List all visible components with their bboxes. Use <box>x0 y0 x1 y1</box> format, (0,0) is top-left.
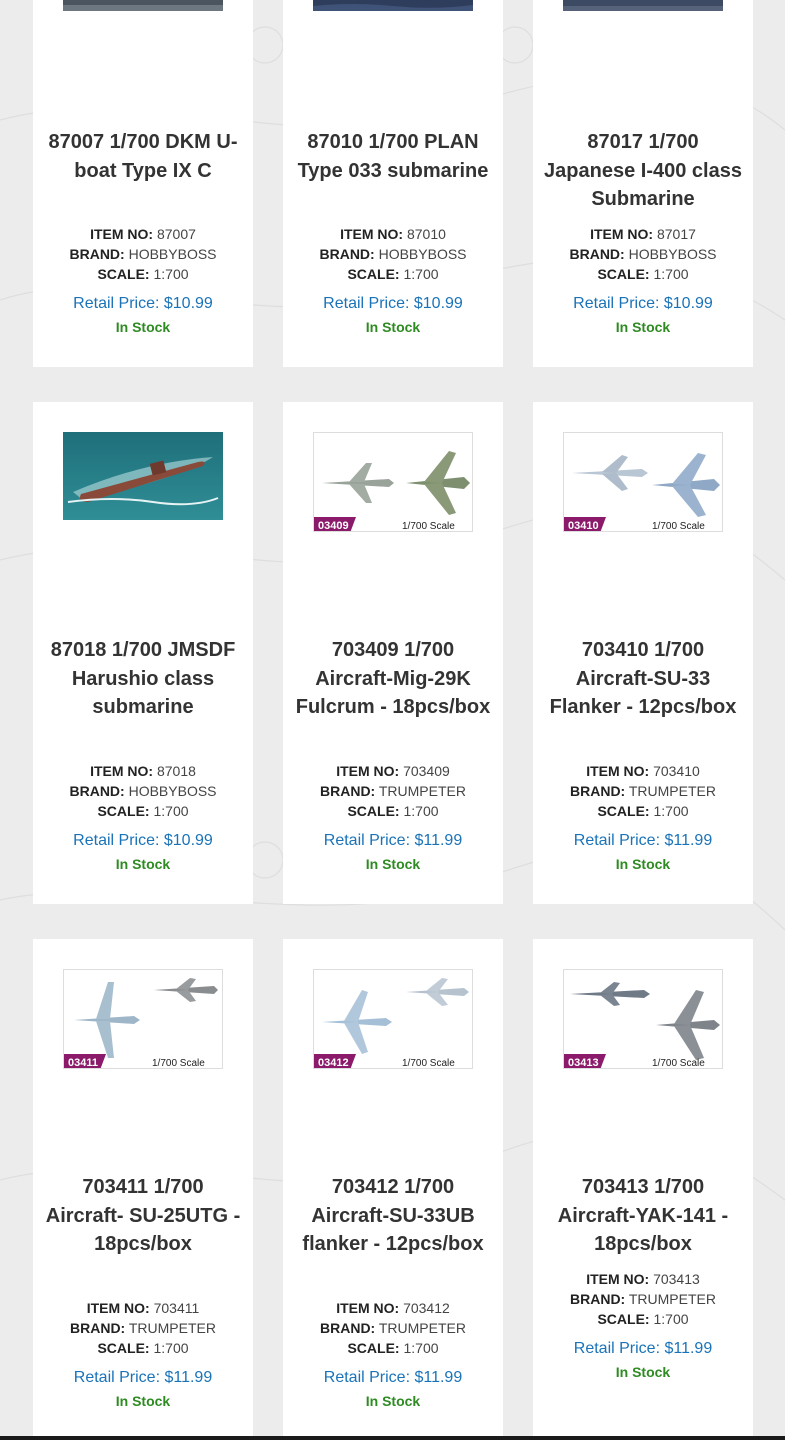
item-number: ITEM NO: 703412 <box>336 1300 450 1316</box>
brand: BRAND: TRUMPETER <box>320 783 466 799</box>
product-title[interactable]: 703413 1/700 Aircraft-YAK-141 - 18pcs/bo… <box>543 1173 743 1259</box>
product-card[interactable]: 87018 1/700 JMSDF Harushio class submari… <box>33 402 253 904</box>
stock-status: In Stock <box>115 856 171 872</box>
product-image[interactable] <box>63 432 223 520</box>
product-title[interactable]: 87010 1/700 PLAN Type 033 submarine <box>293 128 493 185</box>
scale-tag: 1/700 Scale <box>652 1058 705 1069</box>
stock-status: In Stock <box>365 1393 421 1409</box>
product-image[interactable] <box>563 0 723 11</box>
product-card[interactable]: 03411 1/700 Scale 703411 1/700 Aircraft-… <box>33 939 253 1436</box>
brand: BRAND: HOBBYBOSS <box>319 246 467 262</box>
scale: SCALE: 1:700 <box>347 803 439 819</box>
retail-price: Retail Price: $11.99 <box>73 1369 213 1386</box>
retail-price: Retail Price: $10.99 <box>573 295 713 312</box>
product-card[interactable]: 03412 1/700 Scale 703412 1/700 Aircraft-… <box>283 939 503 1436</box>
scale: SCALE: 1:700 <box>597 1311 689 1327</box>
item-number: ITEM NO: 87017 <box>590 226 696 242</box>
retail-price: Retail Price: $11.99 <box>323 832 463 849</box>
item-number: ITEM NO: 87007 <box>90 226 196 242</box>
item-number: ITEM NO: 87018 <box>90 763 196 779</box>
bottom-bar <box>0 1436 785 1440</box>
item-number: ITEM NO: 703413 <box>586 1271 700 1287</box>
stock-status: In Stock <box>615 319 671 335</box>
scale: SCALE: 1:700 <box>97 803 189 819</box>
retail-price: Retail Price: $10.99 <box>73 295 213 312</box>
product-image[interactable]: 03413 1/700 Scale <box>563 969 723 1069</box>
product-image[interactable]: 03409 1/700 Scale <box>313 432 473 532</box>
product-card[interactable]: 03413 1/700 Scale 703413 1/700 Aircraft-… <box>533 939 753 1436</box>
product-image[interactable] <box>313 0 473 11</box>
product-title[interactable]: 703411 1/700 Aircraft- SU-25UTG - 18pcs/… <box>43 1173 243 1259</box>
brand: BRAND: TRUMPETER <box>570 1291 716 1307</box>
scale: SCALE: 1:700 <box>97 1340 189 1356</box>
product-code-tag: 03409 <box>318 520 349 532</box>
brand: BRAND: TRUMPETER <box>70 1320 216 1336</box>
scale: SCALE: 1:700 <box>597 803 689 819</box>
brand: BRAND: HOBBYBOSS <box>69 246 217 262</box>
retail-price: Retail Price: $10.99 <box>323 295 463 312</box>
stock-status: In Stock <box>115 319 171 335</box>
scale-tag: 1/700 Scale <box>402 521 455 532</box>
item-number: ITEM NO: 703409 <box>336 763 450 779</box>
stock-status: In Stock <box>615 1364 671 1380</box>
product-card[interactable]: 03409 1/700 Scale 703409 1/700 Aircraft-… <box>283 402 503 904</box>
product-code-tag: 03411 <box>68 1057 98 1069</box>
product-code-tag: 03410 <box>568 520 599 532</box>
scale: SCALE: 1:700 <box>347 1340 439 1356</box>
product-card[interactable]: 87017 1/700 Japanese I-400 class Submari… <box>533 0 753 367</box>
product-image[interactable]: 03411 1/700 Scale <box>63 969 223 1069</box>
stock-status: In Stock <box>115 1393 171 1409</box>
brand: BRAND: HOBBYBOSS <box>569 246 717 262</box>
scale-tag: 1/700 Scale <box>402 1058 455 1069</box>
brand: BRAND: TRUMPETER <box>320 1320 466 1336</box>
item-number: ITEM NO: 703411 <box>86 1300 200 1316</box>
product-code-tag: 03412 <box>318 1057 349 1069</box>
product-title[interactable]: 703412 1/700 Aircraft-SU-33UB flanker - … <box>293 1173 493 1259</box>
brand: BRAND: TRUMPETER <box>570 783 716 799</box>
scale-tag: 1/700 Scale <box>652 521 705 532</box>
stock-status: In Stock <box>365 856 421 872</box>
product-card[interactable]: 87007 1/700 DKM U-boat Type IX C ITEM NO… <box>33 0 253 367</box>
brand: BRAND: HOBBYBOSS <box>69 783 217 799</box>
retail-price: Retail Price: $11.99 <box>573 1340 713 1357</box>
product-title[interactable]: 87017 1/700 Japanese I-400 class Submari… <box>543 128 743 214</box>
item-number: ITEM NO: 703410 <box>586 763 700 779</box>
product-title[interactable]: 87007 1/700 DKM U-boat Type IX C <box>43 128 243 185</box>
product-image[interactable] <box>63 0 223 11</box>
product-title[interactable]: 703410 1/700 Aircraft-SU-33 Flanker - 12… <box>543 636 743 722</box>
product-title[interactable]: 87018 1/700 JMSDF Harushio class submari… <box>43 636 243 722</box>
retail-price: Retail Price: $11.99 <box>573 832 713 849</box>
product-image[interactable]: 03410 1/700 Scale <box>563 432 723 532</box>
scale: SCALE: 1:700 <box>97 266 189 282</box>
scale: SCALE: 1:700 <box>597 266 689 282</box>
product-title[interactable]: 703409 1/700 Aircraft-Mig-29K Fulcrum - … <box>293 636 493 722</box>
product-image[interactable]: 03412 1/700 Scale <box>313 969 473 1069</box>
retail-price: Retail Price: $10.99 <box>73 832 213 849</box>
stock-status: In Stock <box>615 856 671 872</box>
product-card[interactable]: 87010 1/700 PLAN Type 033 submarine ITEM… <box>283 0 503 367</box>
scale-tag: 1/700 Scale <box>152 1058 205 1069</box>
retail-price: Retail Price: $11.99 <box>323 1369 463 1386</box>
product-card[interactable]: 03410 1/700 Scale 703410 1/700 Aircraft-… <box>533 402 753 904</box>
stock-status: In Stock <box>365 319 421 335</box>
product-code-tag: 03413 <box>568 1057 599 1069</box>
scale: SCALE: 1:700 <box>347 266 439 282</box>
item-number: ITEM NO: 87010 <box>340 226 446 242</box>
